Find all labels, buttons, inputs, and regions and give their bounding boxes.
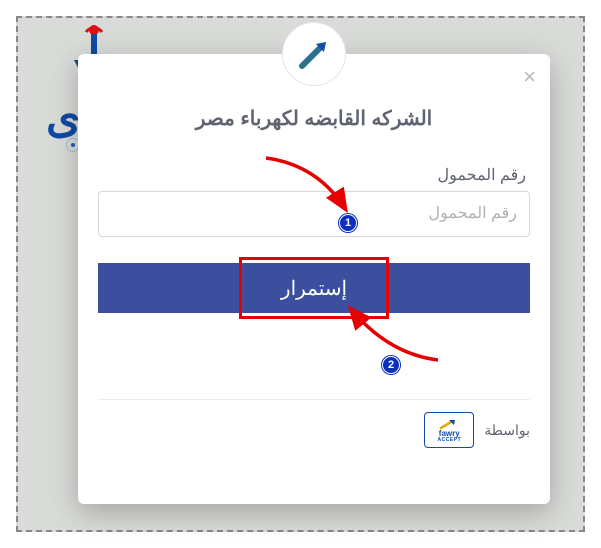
fawry-accept-logo: fawry ACCEPT	[424, 412, 474, 448]
payment-modal: × الشركه القابضه لكهرباء مصر رقم المحمول…	[78, 54, 550, 504]
fawry-sub: ACCEPT	[437, 438, 461, 443]
continue-button-label: إستمرار	[281, 278, 347, 300]
continue-button[interactable]: إستمرار	[98, 263, 530, 313]
tutorial-step-badge-1: 1	[339, 214, 357, 232]
footer-divider	[98, 399, 530, 400]
mobile-input[interactable]	[98, 191, 530, 237]
merchant-title: الشركه القابضه لكهرباء مصر	[98, 106, 530, 131]
tutorial-step-badge-2: 2	[382, 356, 400, 374]
powered-by-label: بواسطة	[484, 422, 530, 439]
outer-frame: شكاى × الشركه القابضه لكهرباء مصر رقم ال…	[16, 16, 585, 532]
arrow-up-right-icon	[296, 36, 332, 72]
modal-footer: بواسطة fawry ACCEPT	[98, 412, 530, 448]
mobile-label: رقم المحمول	[98, 165, 530, 185]
fawry-arrow-icon	[439, 420, 459, 430]
close-icon[interactable]: ×	[523, 66, 536, 88]
merchant-logo-circle	[282, 22, 346, 86]
